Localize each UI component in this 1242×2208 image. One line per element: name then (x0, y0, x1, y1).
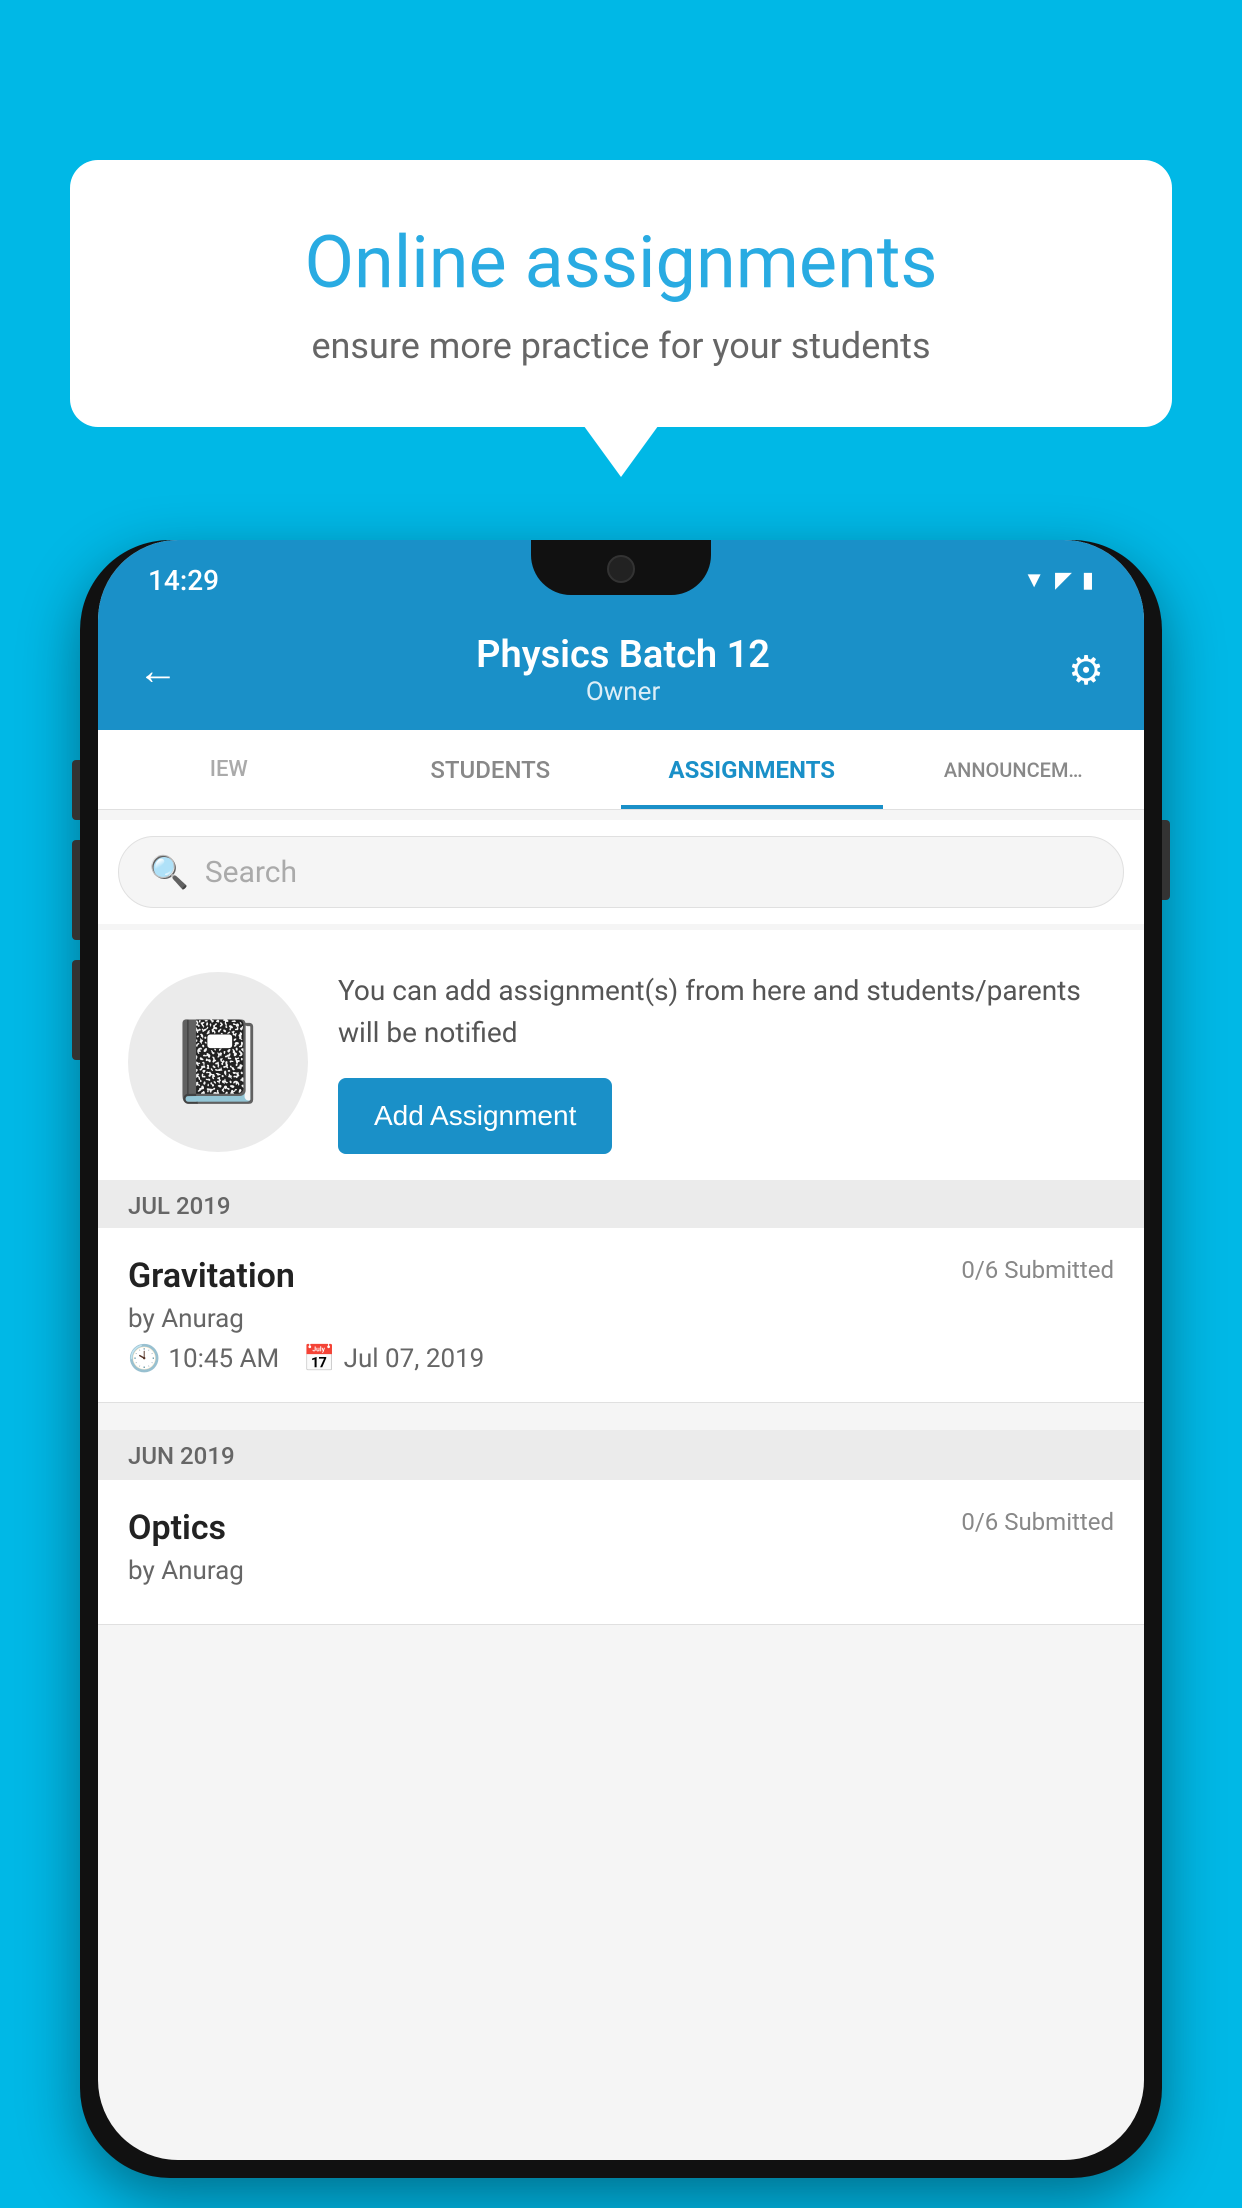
phone-outer: 14:29 ▼ ◤ ▮ ← Physics Batch 12 Owner ⚙ (80, 540, 1162, 2178)
phone-notch (531, 540, 711, 595)
volume-down-button (72, 840, 80, 940)
tab-announcements[interactable]: ANNOUNCEM… (883, 730, 1145, 809)
tab-iew[interactable]: IEW (98, 730, 360, 809)
assignment-by: by Anurag (128, 1304, 1114, 1334)
search-input[interactable]: Search (205, 855, 297, 890)
app-bar: ← Physics Batch 12 Owner ⚙ (98, 610, 1144, 730)
assignment-name-optics: Optics (128, 1508, 226, 1548)
notebook-icon: 📓 (168, 1015, 268, 1109)
assignment-header-optics: Optics 0/6 Submitted (128, 1508, 1114, 1548)
assignment-meta: 🕙 10:45 AM 📅 Jul 07, 2019 (128, 1344, 1114, 1374)
empty-state-text-area: You can add assignment(s) from here and … (338, 970, 1114, 1154)
phone-screen: 14:29 ▼ ◤ ▮ ← Physics Batch 12 Owner ⚙ (98, 540, 1144, 2160)
tab-students[interactable]: STUDENTS (360, 730, 622, 809)
search-input-container[interactable]: 🔍 Search (118, 836, 1124, 908)
clock-icon: 🕙 (128, 1344, 160, 1374)
empty-state-card: 📓 You can add assignment(s) from here an… (98, 930, 1144, 1195)
battery-icon: ▮ (1082, 568, 1094, 593)
signal-icon: ◤ (1055, 568, 1072, 593)
app-bar-title-area: Physics Batch 12 Owner (476, 633, 770, 707)
tab-assignments[interactable]: ASSIGNMENTS (621, 730, 883, 809)
status-icons: ▼ ◤ ▮ (1023, 567, 1094, 593)
assignment-item-optics[interactable]: Optics 0/6 Submitted by Anurag (98, 1480, 1144, 1625)
assignment-submitted: 0/6 Submitted (961, 1256, 1114, 1284)
assignment-header: Gravitation 0/6 Submitted (128, 1256, 1114, 1296)
speech-bubble-title: Online assignments (140, 220, 1102, 305)
app-bar-title: Physics Batch 12 (476, 633, 770, 677)
empty-state-icon: 📓 (128, 972, 308, 1152)
settings-icon[interactable]: ⚙ (1068, 647, 1104, 694)
assignment-submitted-optics: 0/6 Submitted (961, 1508, 1114, 1536)
assignment-name: Gravitation (128, 1256, 295, 1296)
app-bar-subtitle: Owner (476, 677, 770, 707)
month-separator-jul: JUL 2019 (98, 1180, 1144, 1232)
speech-bubble-subtitle: ensure more practice for your students (140, 325, 1102, 367)
assignment-by-optics: by Anurag (128, 1556, 1114, 1586)
status-time: 14:29 (148, 564, 219, 597)
assignment-item-gravitation[interactable]: Gravitation 0/6 Submitted by Anurag 🕙 10… (98, 1228, 1144, 1403)
silent-button (72, 960, 80, 1060)
wifi-icon: ▼ (1023, 567, 1045, 593)
power-button (1162, 820, 1170, 900)
month-separator-jun: JUN 2019 (98, 1430, 1144, 1482)
camera-notch (607, 555, 635, 583)
empty-state-description: You can add assignment(s) from here and … (338, 970, 1114, 1054)
add-assignment-button[interactable]: Add Assignment (338, 1078, 612, 1154)
volume-up-button (72, 760, 80, 820)
search-icon: 🔍 (149, 853, 189, 891)
assignment-time: 🕙 10:45 AM (128, 1344, 279, 1374)
phone-container: 14:29 ▼ ◤ ▮ ← Physics Batch 12 Owner ⚙ (80, 540, 1162, 2178)
search-bar: 🔍 Search (98, 820, 1144, 924)
back-button[interactable]: ← (138, 647, 178, 694)
speech-bubble-container: Online assignments ensure more practice … (70, 160, 1172, 427)
speech-bubble: Online assignments ensure more practice … (70, 160, 1172, 427)
calendar-icon: 📅 (303, 1344, 335, 1374)
tabs-container: IEW STUDENTS ASSIGNMENTS ANNOUNCEM… (98, 730, 1144, 810)
assignment-date: 📅 Jul 07, 2019 (303, 1344, 484, 1374)
